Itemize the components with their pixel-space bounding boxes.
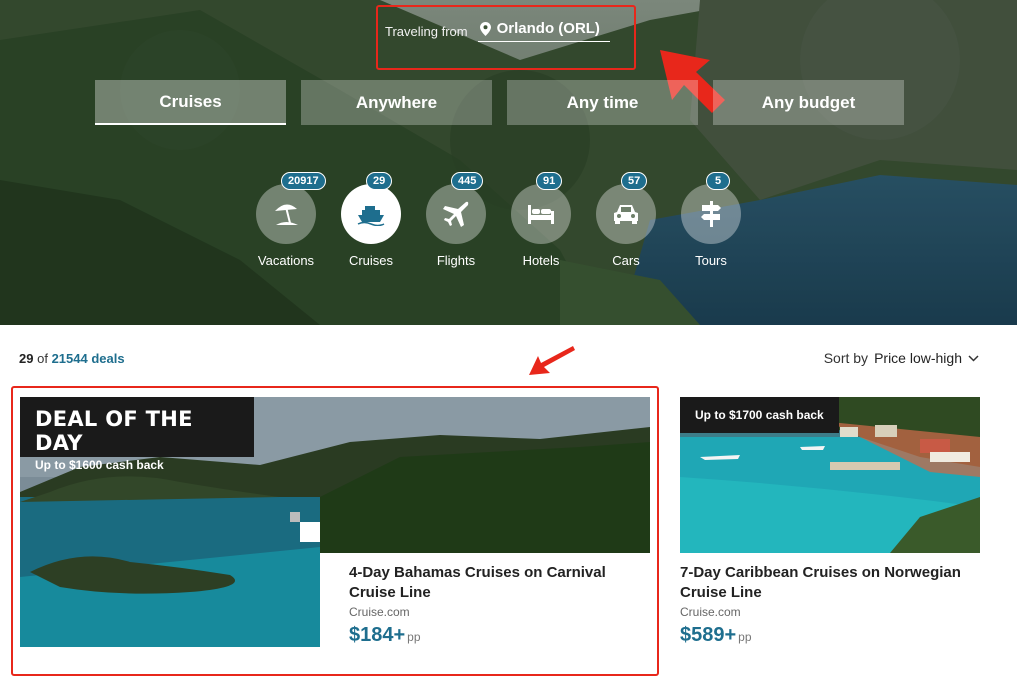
- category-label: Flights: [436, 253, 476, 268]
- deal-price: $589+ pp: [680, 624, 980, 647]
- highlight-box-origin: [376, 5, 636, 70]
- deal-card-featured[interactable]: DEAL OF THE DAY Up to $1600 cash back 4-…: [20, 397, 650, 647]
- deal-provider: Cruise.com: [680, 605, 741, 619]
- filter-dates[interactable]: Any time: [507, 80, 698, 125]
- results-total-link[interactable]: 21544 deals: [52, 351, 125, 366]
- deal-info: 4-Day Bahamas Cruises on Carnival Cruise…: [349, 563, 639, 647]
- ship-icon: [357, 206, 385, 226]
- count-badge: 57: [621, 172, 648, 190]
- count-badge: 5: [706, 172, 730, 190]
- filter-destination[interactable]: Anywhere: [301, 80, 492, 125]
- deal-price-value: $184+: [349, 624, 406, 646]
- category-label: Cars: [612, 253, 640, 268]
- sort-value: Price low-high: [874, 350, 962, 366]
- deal-price-unit: pp: [738, 630, 752, 644]
- category-tours[interactable]: 5 Tours: [681, 172, 741, 268]
- category-label: Hotels: [522, 253, 560, 268]
- category-label: Tours: [695, 253, 727, 268]
- category-cars[interactable]: 57 Cars: [596, 172, 656, 268]
- category-cruises[interactable]: 29 Cruises: [341, 172, 401, 268]
- car-icon: [614, 205, 638, 224]
- sort-label: Sort by: [823, 350, 869, 366]
- filter-cruises[interactable]: Cruises: [95, 80, 286, 125]
- count-badge: 20917: [281, 172, 326, 190]
- deal-provider: Cruise.com: [349, 605, 410, 619]
- sort-dropdown[interactable]: Sort by Price low-high: [824, 350, 979, 366]
- deal-info: 7-Day Caribbean Cruises on Norwegian Cru…: [680, 563, 980, 647]
- category-label: Vacations: [257, 253, 315, 268]
- deal-price: $184+ pp: [349, 624, 639, 647]
- deal-card[interactable]: Up to $1700 cash back: [680, 397, 980, 553]
- results-shown: 29: [19, 351, 34, 366]
- bed-icon: [528, 205, 554, 224]
- deal-title-link[interactable]: 7-Day Caribbean Cruises on Norwegian Cru…: [680, 563, 980, 603]
- count-badge: 29: [366, 172, 393, 190]
- category-list: 20917 Vacations 29 Cruises 445 Flights 9…: [256, 172, 741, 268]
- deal-price-value: $589+: [680, 624, 737, 646]
- deal-price-unit: pp: [407, 630, 421, 644]
- deal-banner-title: DEAL OF THE DAY: [35, 407, 193, 455]
- filter-bar: Cruises Anywhere Any time Any budget: [95, 80, 904, 125]
- cash-back-label: Up to $1600 cash back: [35, 458, 164, 472]
- category-label: Cruises: [348, 253, 394, 268]
- chevron-down-icon: [968, 354, 979, 362]
- page: Traveling from Orlando (ORL) Cruises Any…: [0, 0, 1017, 691]
- category-flights[interactable]: 445 Flights: [426, 172, 486, 268]
- deal-title-link[interactable]: 4-Day Bahamas Cruises on Carnival Cruise…: [349, 563, 639, 603]
- annotation-arrow-icon: [529, 346, 575, 375]
- count-badge: 91: [536, 172, 563, 190]
- filter-budget[interactable]: Any budget: [713, 80, 904, 125]
- count-badge: 445: [451, 172, 484, 190]
- category-vacations[interactable]: 20917 Vacations: [256, 172, 326, 268]
- deal-of-the-day-banner: DEAL OF THE DAY Up to $1600 cash back: [20, 397, 254, 472]
- results-of: of: [37, 351, 48, 366]
- results-count: 29 of 21544 deals: [19, 351, 125, 366]
- beach-umbrella-icon: [275, 204, 298, 225]
- signpost-icon: [701, 201, 721, 227]
- airplane-icon: [443, 201, 469, 227]
- category-hotels[interactable]: 91 Hotels: [511, 172, 571, 268]
- cash-back-label: Up to $1700 cash back: [680, 397, 839, 433]
